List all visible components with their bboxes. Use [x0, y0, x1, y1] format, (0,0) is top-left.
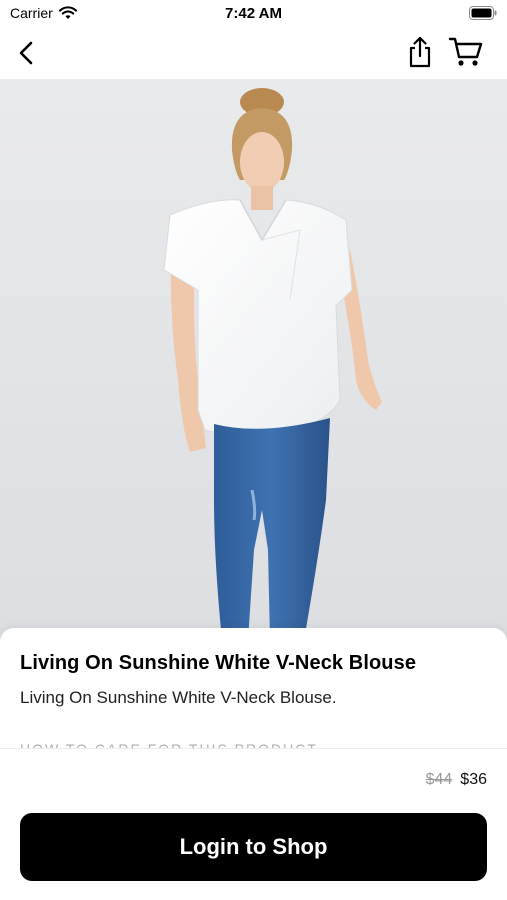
model-photo-illustration [0, 80, 507, 640]
share-icon [409, 36, 431, 68]
cart-icon [448, 37, 483, 66]
battery-icon [469, 6, 497, 20]
original-price: $44 [425, 771, 453, 788]
login-to-shop-button[interactable]: Login to Shop [20, 813, 487, 881]
share-button[interactable] [402, 34, 438, 70]
navigation-bar [0, 28, 507, 80]
status-time: 7:42 AM [225, 5, 282, 22]
cart-button[interactable] [446, 34, 486, 70]
product-title: Living On Sunshine White V-Neck Blouse [20, 652, 417, 674]
product-photo [0, 80, 507, 640]
product-description: Living On Sunshine White V-Neck Blouse. [20, 688, 337, 707]
sale-price: $36 [460, 771, 487, 788]
status-bar: Carrier 7:42 AM [0, 0, 507, 28]
back-button[interactable] [10, 36, 42, 70]
purchase-bar: $44 $36 Login to Shop [0, 748, 507, 900]
price-row: $44 $36 [426, 771, 487, 789]
back-chevron-icon [19, 41, 33, 65]
